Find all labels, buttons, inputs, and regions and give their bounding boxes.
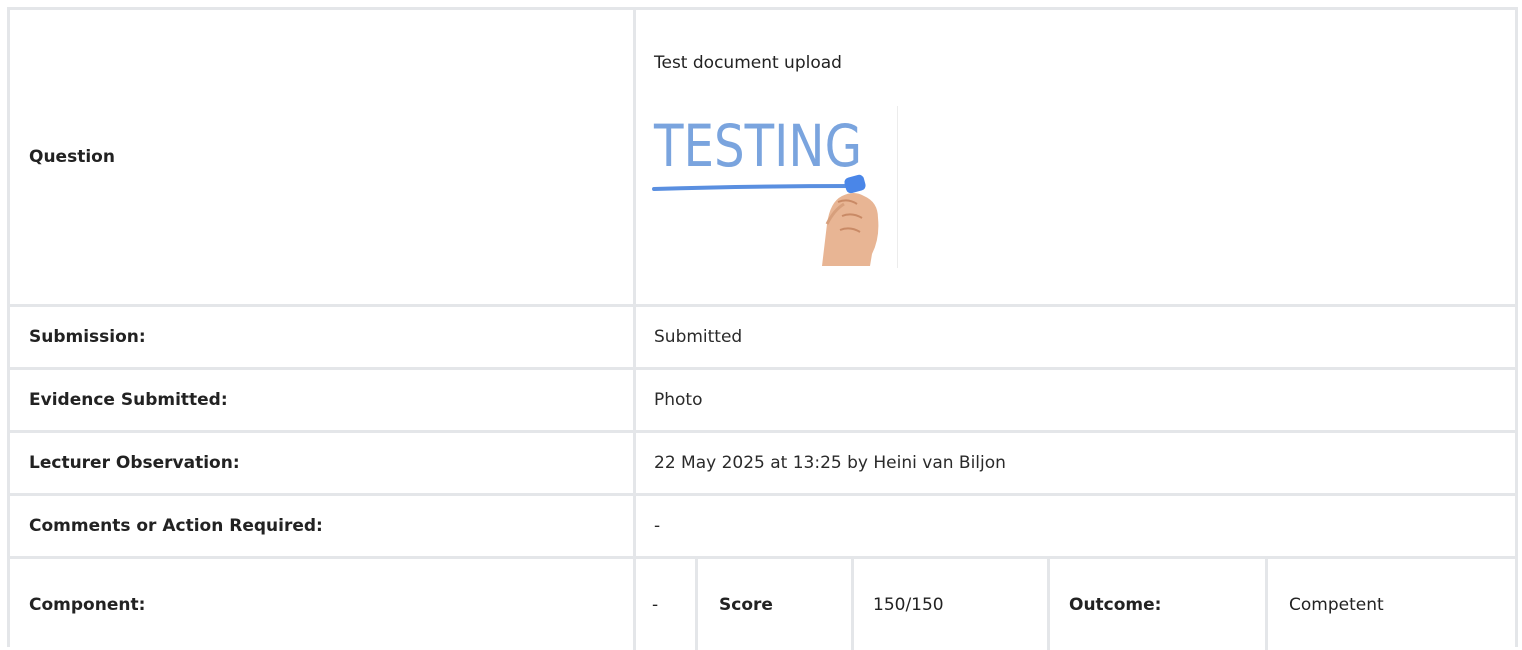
testing-image-caption: TESTING	[653, 112, 862, 180]
question-label: Question	[10, 10, 636, 304]
score-label: Score	[698, 559, 854, 650]
evidence-value: Photo	[654, 390, 703, 410]
lecturer-observation-label: Lecturer Observation:	[10, 433, 636, 493]
component-value: -	[636, 559, 698, 650]
lecturer-observation-row: Lecturer Observation: 22 May 2025 at 13:…	[10, 433, 1515, 496]
component-label: Component:	[10, 559, 636, 650]
comments-label: Comments or Action Required:	[10, 496, 636, 556]
submission-label: Submission:	[10, 307, 636, 367]
submission-row: Submission: Submitted	[10, 307, 1515, 370]
evidence-row: Evidence Submitted: Photo	[10, 370, 1515, 433]
question-value-cell: Test document upload TESTING	[636, 10, 1515, 304]
evidence-label: Evidence Submitted:	[10, 370, 636, 430]
outcome-label: Outcome:	[1050, 559, 1268, 650]
score-value: 150/150	[854, 559, 1050, 650]
testing-handwriting-image: TESTING	[652, 106, 898, 268]
outcome-value: Competent	[1289, 594, 1384, 615]
lecturer-observation-value: 22 May 2025 at 13:25 by Heini van Biljon	[654, 453, 1006, 473]
submission-details-table: Question Test document upload TESTING Su…	[7, 7, 1518, 650]
comments-row: Comments or Action Required: -	[10, 496, 1515, 559]
question-row: Question Test document upload TESTING	[10, 10, 1515, 307]
submission-value: Submitted	[654, 327, 743, 347]
comments-value: -	[654, 516, 661, 536]
component-row: Component: - Score 150/150 Outcome: Comp…	[10, 559, 1515, 650]
question-text: Test document upload	[654, 53, 842, 73]
